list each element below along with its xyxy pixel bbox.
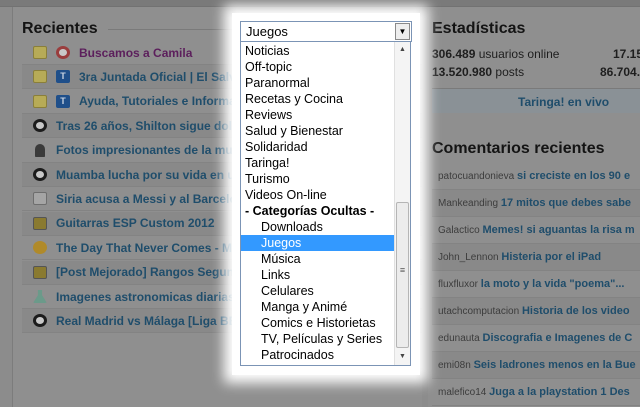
dropdown-option[interactable]: Links	[241, 267, 395, 283]
post-title-link[interactable]: Muamba lucha por su vida en un	[56, 168, 242, 182]
stat-right-1: 17.15	[613, 47, 640, 61]
scrollbar-thumb[interactable]: ≡	[396, 202, 409, 348]
comments-title: Comentarios recientes	[432, 140, 605, 157]
category-dropdown-list[interactable]: Noticias Off-topic Paranormal Recetas y Coc…	[240, 41, 411, 366]
posts-stat: 13.520.980 posts	[432, 65, 524, 79]
dropdown-option[interactable]: Paranormal	[241, 75, 395, 91]
post-title-link[interactable]: Buscamos a Camila	[79, 46, 192, 60]
comment-row: malefico14 Juga a la playstation 1 Des	[432, 379, 640, 406]
dropdown-option[interactable]: Patrocinados	[241, 347, 395, 363]
posts-label: posts	[495, 65, 525, 79]
ghost-icon	[35, 143, 45, 157]
stats-title: Estadísticas	[432, 20, 526, 37]
comment-post-link[interactable]: Historia de los video	[522, 305, 630, 317]
divider	[108, 29, 238, 30]
comment-post-link[interactable]: Memes! si aguantas la risa m	[482, 224, 634, 236]
post-title-link[interactable]: Guitarras ESP Custom 2012	[56, 216, 215, 230]
comment-row: emi08n Seis ladrones menos en la Bue	[432, 352, 640, 379]
chevron-down-icon[interactable]: ▼	[395, 23, 410, 40]
comment-user-link[interactable]: edunauta	[438, 333, 480, 344]
comment-user-link[interactable]: Mankeanding	[438, 198, 498, 209]
select-value: Juegos	[246, 24, 288, 39]
comment-user-link[interactable]: utachcomputacion	[438, 306, 519, 317]
posts-count: 13.520.980	[432, 65, 493, 79]
dropdown-option[interactable]: Off-topic	[241, 59, 395, 75]
taringa-en-vivo-link[interactable]: Taringa! en vivo	[432, 88, 640, 113]
comment-post-link[interactable]: Seis ladrones menos en la Bue	[474, 359, 636, 371]
smiley-icon	[33, 241, 47, 255]
lifebuoy-icon	[56, 46, 70, 59]
comment-post-link[interactable]: si creciste en los 90 e	[517, 170, 630, 182]
dropdown-option[interactable]: Turismo	[241, 171, 395, 187]
comment-user-link[interactable]: emi08n	[438, 360, 471, 371]
top-bar	[0, 0, 640, 7]
t-icon: T	[56, 70, 70, 84]
dropdown-option[interactable]: Noticias	[241, 43, 395, 59]
dropdown-option[interactable]: TV, Películas y Series	[241, 331, 395, 347]
image-icon	[33, 216, 47, 230]
flask-icon	[33, 290, 47, 303]
soccer-ball-icon	[33, 314, 47, 328]
post-title-link[interactable]: Siria acusa a Messi y al Barcelona	[56, 192, 251, 206]
comment-row: utachcomputacion Historia de los video	[432, 298, 640, 325]
comment-user-link[interactable]: patocuandonieva	[438, 171, 514, 182]
dropdown-option[interactable]: Manga y Animé	[241, 299, 395, 315]
soccer-ball-icon	[33, 168, 47, 181]
dropdown-option[interactable]: Comics e Historietas	[241, 315, 395, 331]
sticky-note-icon	[33, 46, 47, 59]
scroll-up-icon[interactable]: ▲	[395, 42, 410, 58]
comment-post-link[interactable]: Juga a la playstation 1 Des	[489, 386, 630, 398]
comment-post-link[interactable]: 17 mitos que debes sabe	[501, 197, 631, 209]
dropdown-option[interactable]: Música	[241, 251, 395, 267]
post-title-link[interactable]: Tras 26 años, Shilton sigue dolido	[56, 119, 250, 133]
dropdown-option[interactable]: Salud y Bienestar	[241, 123, 395, 139]
post-title-link[interactable]: Fotos impresionantes de la mujer	[56, 143, 247, 157]
option-group-label: - Categorías Ocultas -	[245, 204, 375, 218]
dropdown-option[interactable]: Recetas y Cocina	[241, 91, 395, 107]
dropdown-option[interactable]: Juegos	[241, 235, 395, 251]
dropdown-option[interactable]: Solidaridad	[241, 139, 395, 155]
dropdown-option[interactable]: Celulares	[241, 283, 395, 299]
dropdown-option[interactable]: Videos On-line	[241, 187, 395, 203]
soccer-ball-icon	[33, 119, 47, 133]
comment-row: Mankeanding 17 mitos que debes sabe	[432, 190, 640, 217]
online-stat: 306.489 usuarios online	[432, 47, 559, 61]
recientes-title: Recientes	[22, 20, 98, 37]
post-title-link[interactable]: Imagenes astronomicas diarias	[56, 290, 235, 304]
dropdown-option[interactable]: Taringa!	[241, 155, 395, 171]
t-icon: T	[56, 94, 70, 108]
comment-user-link[interactable]: malefico14	[438, 387, 486, 398]
scrollbar[interactable]: ▲ ≡ ▼	[394, 42, 410, 365]
comment-row: John_Lennon Histeria por el iPad	[432, 244, 640, 271]
online-label: usuarios online	[478, 47, 560, 61]
comment-post-link[interactable]: Discografia e Imagenes de C	[483, 332, 633, 344]
comment-user-link[interactable]: fluxfluxor	[438, 279, 478, 290]
comment-row: Galactico Memes! si aguantas la risa m	[432, 217, 640, 244]
sticky-note-icon	[33, 70, 47, 84]
category-select[interactable]: Juegos ▼	[240, 21, 412, 42]
comment-post-link[interactable]: la moto y la vida "poema"...	[481, 278, 625, 290]
comment-row: patocuandonieva si creciste en los 90 e	[432, 163, 640, 190]
online-count: 306.489	[432, 47, 476, 61]
comment-row: fluxfluxor la moto y la vida "poema"...	[432, 271, 640, 298]
dropdown-option[interactable]: Reviews	[241, 107, 395, 123]
comment-user-link[interactable]: Galactico	[438, 225, 480, 236]
comment-user-link[interactable]: John_Lennon	[438, 252, 499, 263]
comment-row: edunauta Discografia e Imagenes de C	[432, 325, 640, 352]
comment-post-link[interactable]: Histeria por el iPad	[501, 251, 601, 263]
image-icon	[33, 265, 47, 279]
sticky-note-icon	[33, 94, 47, 108]
scroll-down-icon[interactable]: ▼	[395, 349, 410, 365]
stat-right-2: 86.704.	[600, 65, 640, 79]
dropdown-option[interactable]: Downloads	[241, 219, 395, 235]
newspaper-icon	[33, 192, 47, 206]
